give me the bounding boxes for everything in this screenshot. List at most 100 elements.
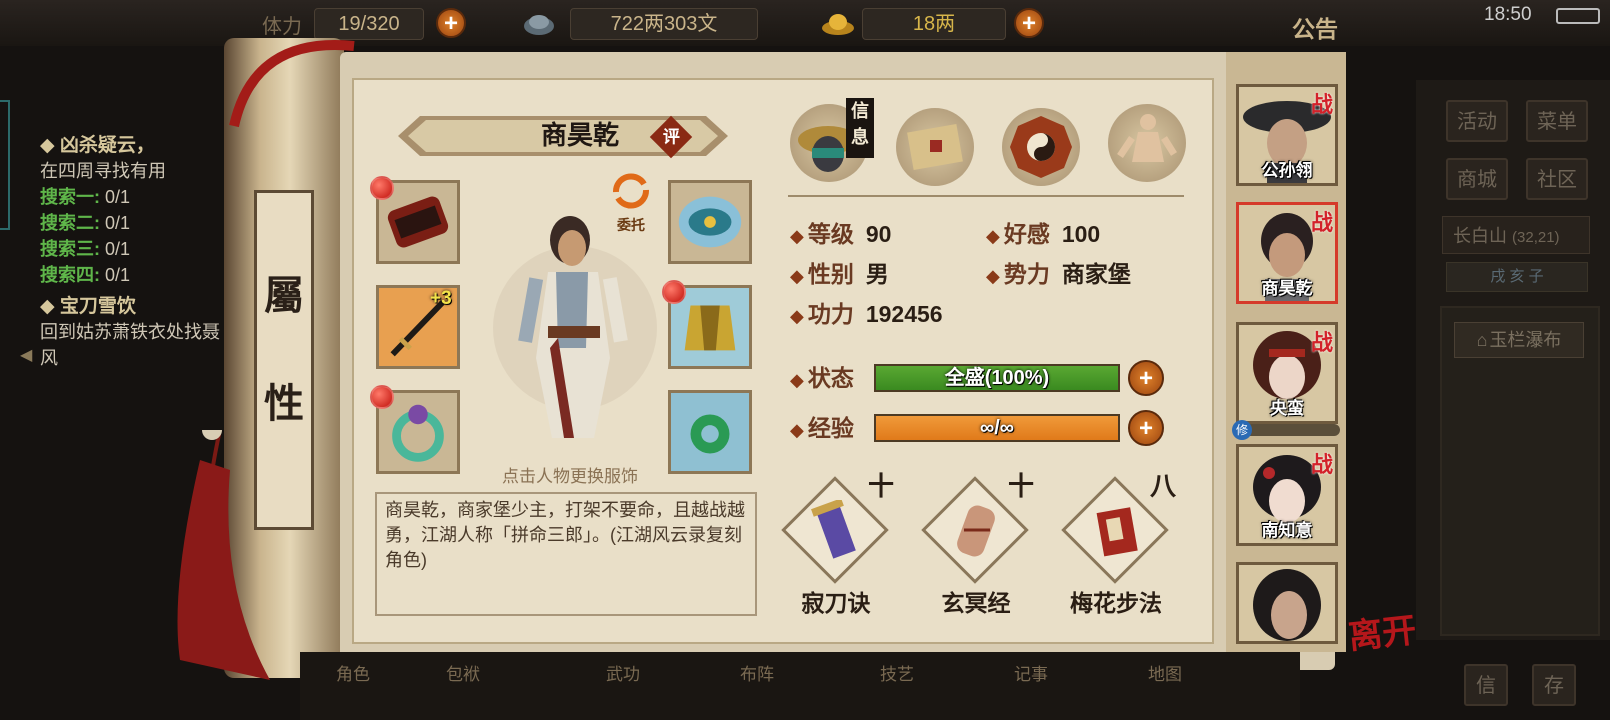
scroll-bundle-icon (957, 505, 995, 557)
stat-label: 经验 (807, 415, 854, 441)
notification-dot (662, 280, 686, 304)
refresh-icon (613, 173, 649, 209)
exp-bar: ∞/∞ (874, 414, 1120, 442)
equip-slot-accessory[interactable] (668, 390, 752, 474)
cultivation-badge: 修 (1232, 420, 1252, 440)
battle-tag: 战 (1310, 210, 1333, 236)
stat-value: 192456 (865, 301, 943, 327)
quest-tracker[interactable]: ◆ 凶杀疑云， 在四周寻找有用 搜索一: 0/1 搜索二: 0/1 搜索三: 0… (40, 130, 240, 390)
community-button[interactable]: 社区 (1526, 158, 1588, 200)
quest-desc: 在四周寻找有用 (40, 161, 166, 181)
stat-gender: ◆ 性别男 (790, 261, 889, 287)
roster-portrait[interactable]: 战 南知意 (1236, 444, 1338, 546)
skill-name: 梅花步法 (1070, 590, 1162, 617)
quest-task-progress: 0/1 (105, 239, 131, 259)
character-figure[interactable] (490, 208, 660, 460)
quest-task-progress: 0/1 (105, 265, 131, 285)
roster-portrait-selected[interactable]: 战 商昊乾 (1236, 202, 1338, 304)
skill-level: 十 (1008, 472, 1035, 502)
leave-button[interactable]: 离开 (1346, 603, 1419, 659)
attribute-tab-char: 性 (264, 380, 304, 427)
collapse-arrow-icon[interactable]: ◀ (20, 345, 32, 365)
change-outfit-hint: 点击人物更换服饰 (502, 467, 638, 486)
quest-task-progress: 0/1 (105, 187, 131, 207)
body-meridian-icon (1117, 114, 1177, 162)
roster-name: 南知意 (1261, 521, 1313, 540)
red-tassel-icon (177, 430, 270, 680)
tab-info-label: 信息 (846, 98, 874, 158)
skill-name: 玄冥经 (941, 590, 1011, 617)
nav-map[interactable]: 地图 (1148, 660, 1182, 712)
notification-dot (370, 385, 394, 409)
notice-button[interactable]: 公告 (1292, 10, 1338, 44)
stat-power: ◆ 功力 192456 (790, 301, 943, 327)
stat-state-label: ◆ 状态 (790, 365, 854, 391)
enhance-level-badge: +3 (430, 288, 452, 309)
quest-desc: 回到姑苏萧铁衣处找聂风 (40, 322, 220, 368)
shop-button[interactable]: 商城 (1446, 158, 1508, 200)
add-exp-button[interactable]: + (1128, 410, 1164, 446)
nav-martial-arts[interactable]: 武功 (606, 660, 640, 712)
roster-portrait[interactable] (1236, 562, 1338, 644)
stat-affection: ◆ 好感 100 (986, 221, 1101, 247)
jade-pendant-icon (671, 393, 749, 471)
menu-button[interactable]: 菜单 (1526, 100, 1588, 142)
roster-name: 公孙翎 (1261, 161, 1313, 180)
gold-value: 18两 (862, 8, 1006, 40)
nav-crafting[interactable]: 技艺 (880, 660, 914, 712)
skill-scroll-icon (811, 500, 856, 559)
location-display[interactable]: 长白山 (32,21) (1442, 216, 1590, 254)
male-portrait-icon (1253, 569, 1321, 641)
quest-title: ◆ 凶杀疑云， (40, 135, 155, 156)
hat-icon (678, 196, 742, 248)
stat-exp-label: ◆ 经验 (790, 415, 854, 441)
stat-label: 好感 (1003, 221, 1050, 247)
nav-inventory[interactable]: 包袱 (446, 660, 480, 712)
state-bar-text: 全盛(100%) (944, 367, 1050, 389)
add-gold-button[interactable]: + (1014, 8, 1044, 38)
exp-bar-text: ∞/∞ (979, 417, 1015, 439)
nav-journal[interactable]: 记事 (1014, 660, 1048, 712)
roster-portrait[interactable]: 战 央蛮 (1236, 322, 1338, 424)
restore-state-button[interactable]: + (1128, 360, 1164, 396)
quest-title: ◆ 宝刀雪饮 (40, 296, 136, 317)
roster-portrait[interactable]: 战 公孙翎 (1236, 84, 1338, 186)
stat-value: 商家堡 (1061, 261, 1131, 287)
stat-label: 等级 (807, 221, 854, 247)
stat-label: 势力 (1003, 261, 1050, 287)
tab-items[interactable] (896, 108, 974, 186)
bagua-icon (1010, 116, 1072, 178)
equip-slot-hat[interactable] (668, 180, 752, 264)
poi-marker[interactable]: ⌂ 玉栏瀑布 (1454, 322, 1584, 358)
divider (788, 195, 1184, 197)
location-coords: (32,21) (1512, 229, 1560, 246)
quest-task-label: 搜索三: (40, 239, 100, 259)
skill-level: 八 (1150, 472, 1177, 502)
skill-name: 寂刀诀 (801, 590, 871, 617)
nav-character[interactable]: 角色 (336, 660, 370, 712)
rate-label: 评 (662, 127, 680, 146)
tab-formation[interactable] (1002, 108, 1080, 186)
attribute-tab-char: 屬 (264, 272, 304, 319)
battle-tag: 战 (1310, 452, 1333, 478)
character-description: 商昊乾，商家堡少主，打架不要命，且越战越勇，江湖人称「拼命三郎」。(江湖风云录复… (375, 492, 757, 616)
save-button[interactable]: 存 (1532, 664, 1576, 706)
quest-task-progress: 0/1 (105, 213, 131, 233)
character-name: 商昊乾 (540, 121, 619, 151)
left-edge-tab[interactable] (0, 100, 10, 230)
red-book-icon (1096, 507, 1138, 557)
nav-formation[interactable]: 布阵 (740, 660, 774, 712)
mail-button[interactable]: 信 (1464, 664, 1508, 706)
stat-label: 状态 (807, 365, 854, 391)
quest-task-label: 搜索四: (40, 265, 100, 285)
quest-task-label: 搜索二: (40, 213, 100, 233)
activity-button[interactable]: 活动 (1446, 100, 1508, 142)
coin-value: 722两303文 (570, 8, 758, 40)
house-icon: ⌂ (1476, 330, 1488, 350)
battle-tag: 战 (1310, 330, 1333, 356)
notification-dot (370, 176, 394, 200)
stat-label: 功力 (807, 301, 854, 327)
battery-icon (1556, 8, 1600, 24)
add-stamina-button[interactable]: + (436, 8, 466, 38)
tab-meridian[interactable] (1108, 104, 1186, 182)
